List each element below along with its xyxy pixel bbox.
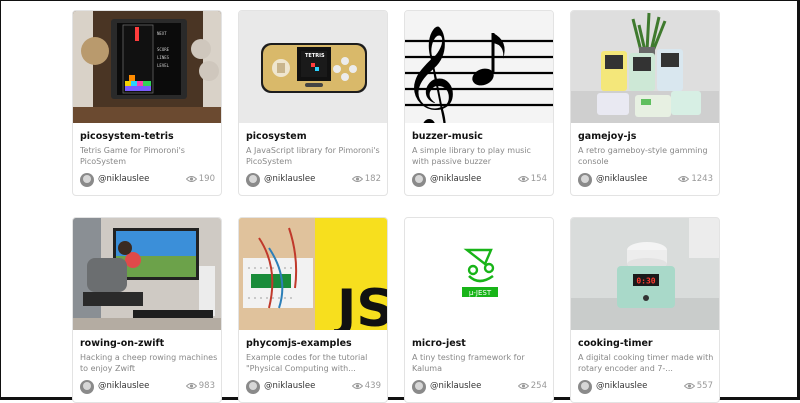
- project-description: Example codes for the tutorial "Physical…: [246, 353, 368, 373]
- author-link[interactable]: @niklauslee: [264, 381, 315, 391]
- project-thumbnail[interactable]: 0:30: [571, 218, 719, 330]
- svg-text:NEXT: NEXT: [157, 31, 167, 36]
- project-thumbnail[interactable]: [73, 218, 221, 330]
- project-footer: @niklauslee 190: [80, 173, 215, 189]
- project-thumbnail[interactable]: NEXT SCORE LINES LEVEL: [73, 11, 221, 123]
- project-title[interactable]: picosystem-tetris: [80, 131, 174, 142]
- view-count-value: 154: [530, 174, 547, 184]
- jest-badge-label: μ-JEST: [469, 289, 492, 297]
- author-link[interactable]: @niklauslee: [98, 381, 149, 391]
- project-thumbnail[interactable]: μ-JEST: [405, 218, 553, 330]
- project-description: Hacking a cheep rowing machines to enjoy…: [80, 353, 218, 373]
- project-footer: @niklauslee 254: [412, 380, 547, 396]
- project-description: Tetris Game for Pimoroni's PicoSystem: [80, 146, 185, 166]
- view-count: 254: [517, 381, 547, 391]
- author-link[interactable]: @niklauslee: [98, 174, 149, 184]
- project-footer: @niklauslee 439: [246, 380, 381, 396]
- project-thumbnail[interactable]: TETRIS: [239, 11, 387, 123]
- avatar[interactable]: [578, 380, 592, 394]
- project-card[interactable]: NEXT SCORE LINES LEVEL picosystem-tetris…: [72, 10, 222, 196]
- project-title[interactable]: cooking-timer: [578, 338, 653, 349]
- svg-text:LEVEL: LEVEL: [157, 63, 170, 68]
- treble-clef-icon: 𝄞: [405, 24, 457, 123]
- svg-text:LINES: LINES: [157, 55, 170, 60]
- eye-icon: [351, 176, 363, 182]
- project-description: A simple library to play music with pass…: [412, 146, 531, 166]
- view-count: 557: [683, 381, 713, 391]
- avatar[interactable]: [412, 380, 426, 394]
- avatar[interactable]: [246, 380, 260, 394]
- project-thumbnail[interactable]: 𝄞: [405, 11, 553, 123]
- project-card[interactable]: μ-JEST micro-jest A tiny testing framewo…: [404, 217, 554, 403]
- project-description: A digital cooking timer made with rotary…: [578, 353, 714, 373]
- project-footer: @niklauslee 154: [412, 173, 547, 189]
- project-card[interactable]: JS phycomjs-examples Example codes for t…: [238, 217, 388, 403]
- project-title[interactable]: gamejoy-js: [578, 131, 636, 142]
- svg-text:JS: JS: [334, 279, 388, 330]
- author-link[interactable]: @niklauslee: [430, 174, 481, 184]
- author-link[interactable]: @niklauslee: [430, 381, 481, 391]
- project-footer: @niklauslee 182: [246, 173, 381, 189]
- project-title[interactable]: rowing-on-zwift: [80, 338, 164, 349]
- project-thumbnail[interactable]: [571, 11, 719, 123]
- svg-text:SCORE: SCORE: [157, 47, 170, 52]
- project-description: A retro gameboy-style gamming console: [578, 146, 708, 166]
- view-count: 439: [351, 381, 381, 391]
- view-count-value: 254: [530, 381, 547, 391]
- project-description: A JavaScript library for Pimoroni's Pico…: [246, 146, 380, 166]
- view-count-value: 557: [696, 381, 713, 391]
- project-card[interactable]: rowing-on-zwift Hacking a cheep rowing m…: [72, 217, 222, 403]
- project-description: A tiny testing framework for Kaluma: [412, 353, 525, 373]
- project-thumbnail[interactable]: JS: [239, 218, 388, 330]
- eye-icon: [678, 176, 690, 182]
- view-count-value: 439: [364, 381, 381, 391]
- view-count-value: 983: [198, 381, 215, 391]
- project-card[interactable]: TETRIS picosystem A JavaScript library f…: [238, 10, 388, 196]
- eye-icon: [185, 383, 197, 389]
- avatar[interactable]: [412, 173, 426, 187]
- view-count-value: 190: [198, 174, 215, 184]
- project-card[interactable]: gamejoy-js A retro gameboy-style gamming…: [570, 10, 720, 196]
- view-count: 983: [185, 381, 215, 391]
- eye-icon: [683, 383, 695, 389]
- view-count: 154: [517, 174, 547, 184]
- project-title[interactable]: phycomjs-examples: [246, 338, 352, 349]
- view-count: 182: [351, 174, 381, 184]
- author-link[interactable]: @niklauslee: [596, 381, 647, 391]
- eye-icon: [517, 176, 529, 182]
- author-link[interactable]: @niklauslee: [264, 174, 315, 184]
- eye-icon: [517, 383, 529, 389]
- view-count-value: 1243: [691, 174, 713, 184]
- project-card[interactable]: 𝄞 buzzer-music A simple library to play …: [404, 10, 554, 196]
- project-footer: @niklauslee 1243: [578, 173, 713, 189]
- project-title[interactable]: buzzer-music: [412, 131, 483, 142]
- eye-icon: [185, 176, 197, 182]
- project-card[interactable]: 0:30 cooking-timer A digital cooking tim…: [570, 217, 720, 403]
- avatar[interactable]: [246, 173, 260, 187]
- avatar[interactable]: [578, 173, 592, 187]
- project-title[interactable]: picosystem: [246, 131, 307, 142]
- eye-icon: [351, 383, 363, 389]
- project-footer: @niklauslee 983: [80, 380, 215, 396]
- project-grid: NEXT SCORE LINES LEVEL picosystem-tetris…: [72, 10, 720, 403]
- view-count: 190: [185, 174, 215, 184]
- avatar[interactable]: [80, 173, 94, 187]
- svg-text:TETRIS: TETRIS: [305, 53, 325, 59]
- view-count-value: 182: [364, 174, 381, 184]
- author-link[interactable]: @niklauslee: [596, 174, 647, 184]
- project-footer: @niklauslee 557: [578, 380, 713, 396]
- avatar[interactable]: [80, 380, 94, 394]
- project-title[interactable]: micro-jest: [412, 338, 466, 349]
- timer-display: 0:30: [636, 277, 655, 286]
- view-count: 1243: [678, 174, 713, 184]
